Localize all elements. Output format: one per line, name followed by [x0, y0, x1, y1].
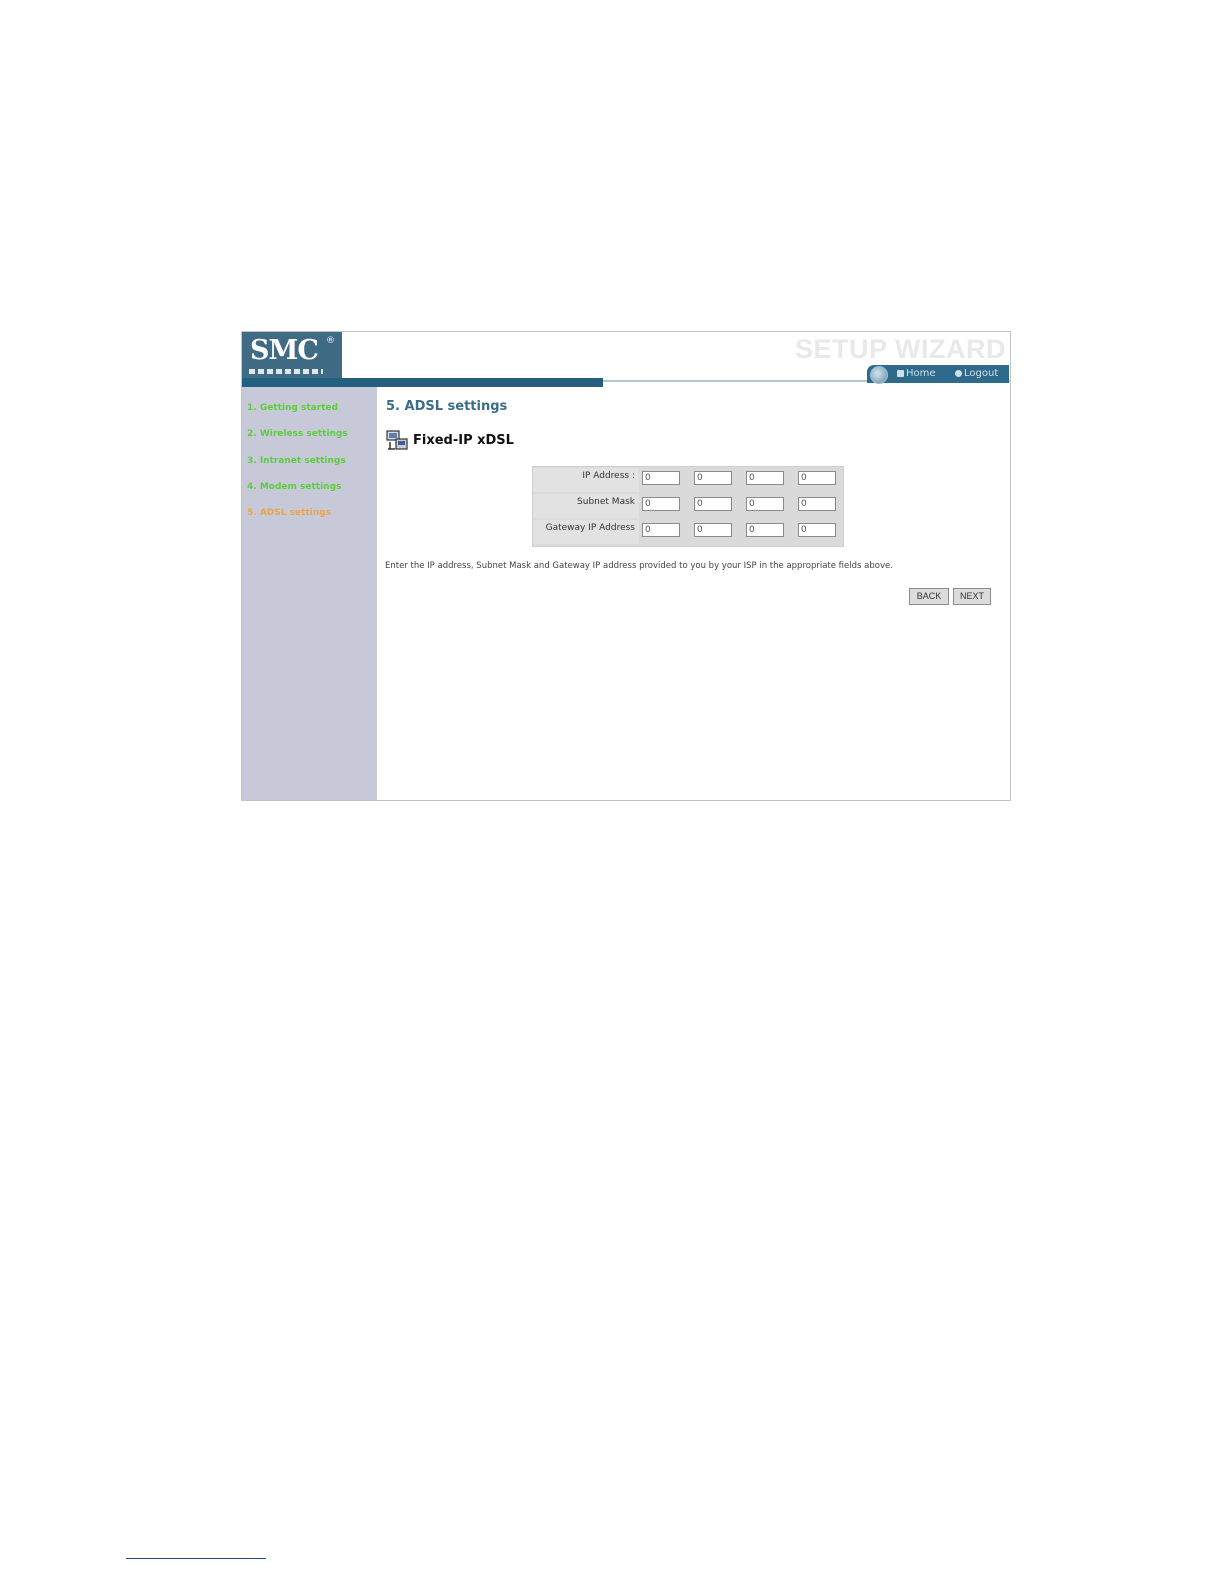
ip-address-octet-4[interactable]: [798, 471, 836, 485]
next-button[interactable]: NEXT: [953, 588, 991, 605]
logo-text: SMC: [250, 335, 319, 366]
logout-icon: [955, 370, 962, 377]
logo-tagline-bar: [249, 369, 323, 374]
ip-address-octet-2[interactable]: [694, 471, 732, 485]
subnet-mask-label: Subnet Mask: [533, 494, 639, 518]
step-adsl-settings[interactable]: 5. ADSL settings: [247, 508, 331, 518]
wizard-progress-bar: [242, 378, 603, 387]
subnet-mask-octet-1[interactable]: [642, 497, 680, 511]
home-icon: [897, 370, 904, 377]
step-modem-settings[interactable]: 4. Modem settings: [247, 482, 341, 492]
subnet-mask-row: Subnet Mask: [533, 493, 843, 519]
logout-link[interactable]: Logout: [955, 368, 998, 379]
globe-icon: [870, 366, 888, 384]
router-setup-window: SMC ® SETUP WIZARD Home Logout 1. Gettin…: [241, 331, 1011, 801]
gateway-ip-octet-2[interactable]: [694, 523, 732, 537]
footnote-rule: [126, 1558, 266, 1559]
home-link[interactable]: Home: [897, 368, 936, 379]
page-title: 5. ADSL settings: [386, 399, 508, 414]
gateway-ip-octet-4[interactable]: [798, 523, 836, 537]
home-label: Home: [906, 368, 936, 379]
gateway-ip-row: Gateway IP Address: [533, 519, 843, 545]
subnet-mask-octet-2[interactable]: [694, 497, 732, 511]
connection-type-title: Fixed-IP xDSL: [413, 433, 514, 448]
back-button[interactable]: BACK: [909, 588, 949, 605]
network-computer-icon: [386, 430, 408, 450]
ip-address-octet-3[interactable]: [746, 471, 784, 485]
step-wireless-settings[interactable]: 2. Wireless settings: [247, 429, 348, 439]
logout-label: Logout: [964, 368, 999, 379]
instructions-text: Enter the IP address, Subnet Mask and Ga…: [385, 561, 893, 571]
ip-address-label: IP Address :: [533, 468, 639, 492]
subnet-mask-octet-4[interactable]: [798, 497, 836, 511]
step-getting-started[interactable]: 1. Getting started: [247, 403, 338, 413]
gateway-ip-octet-1[interactable]: [642, 523, 680, 537]
subnet-mask-octet-3[interactable]: [746, 497, 784, 511]
ip-address-row: IP Address :: [533, 467, 843, 493]
gateway-ip-octet-3[interactable]: [746, 523, 784, 537]
smc-logo: SMC ®: [242, 332, 342, 378]
gateway-ip-label: Gateway IP Address: [533, 520, 639, 544]
registered-mark: ®: [326, 336, 335, 346]
ip-address-octet-1[interactable]: [642, 471, 680, 485]
step-intranet-settings[interactable]: 3. Intranet settings: [247, 456, 346, 466]
wizard-steps-sidebar: 1. Getting started 2. Wireless settings …: [242, 387, 377, 800]
top-navigation: Home Logout: [867, 365, 1009, 384]
ip-settings-table: IP Address : Subnet Mask Gateway IP Addr…: [532, 466, 844, 547]
setup-wizard-title: SETUP WIZARD: [794, 334, 1006, 364]
